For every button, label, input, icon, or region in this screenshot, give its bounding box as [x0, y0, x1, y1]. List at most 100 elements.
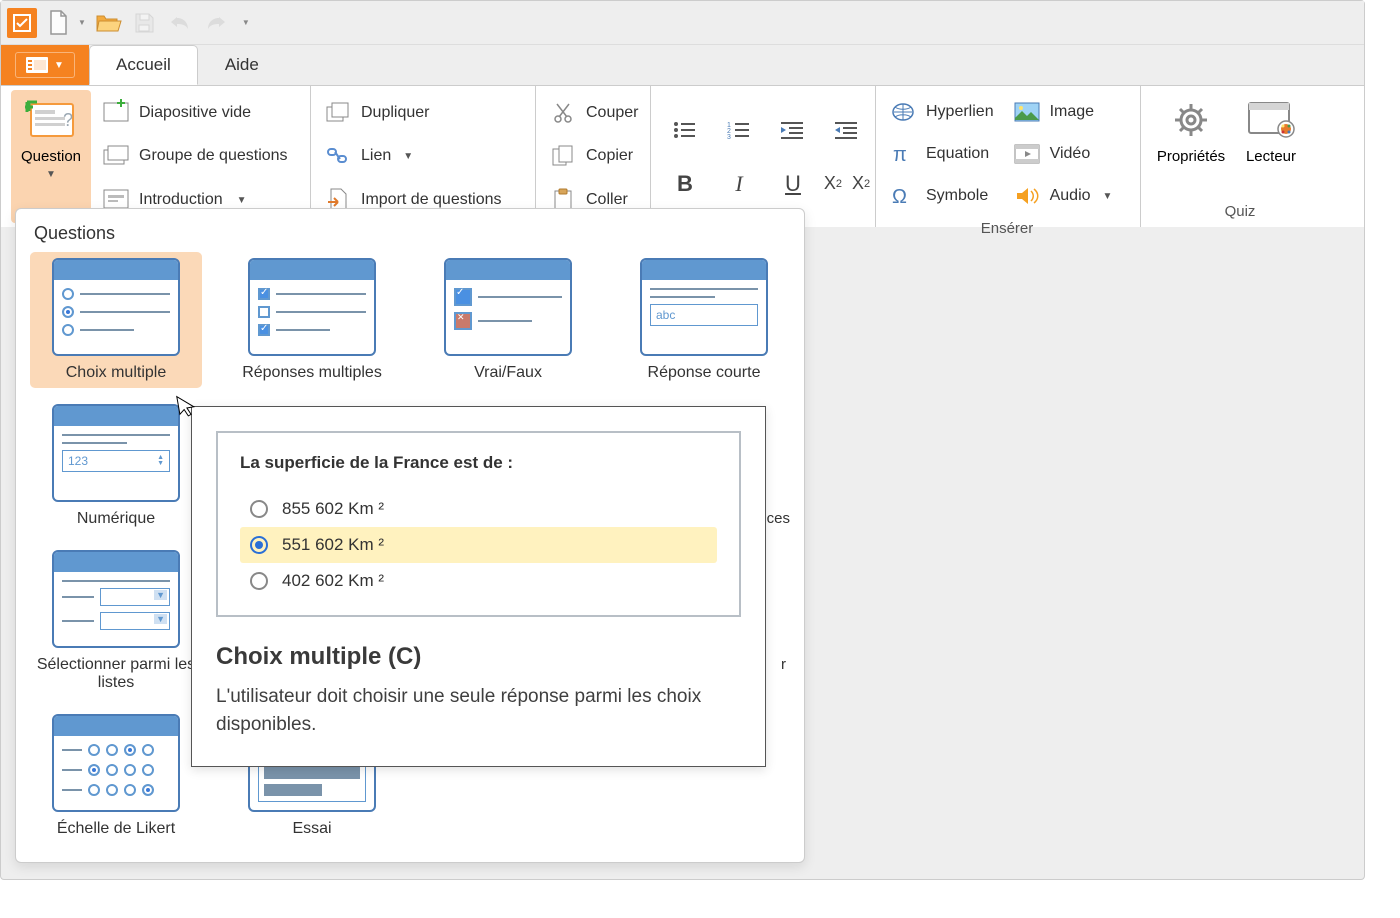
gear-icon [1168, 98, 1214, 142]
qtype-label: Échelle de Likert [57, 820, 175, 838]
hyperlink-button[interactable]: Hyperlien [886, 92, 998, 132]
italic-button[interactable]: I [721, 166, 757, 202]
image-button[interactable]: Image [1010, 92, 1117, 132]
new-document-icon [48, 10, 70, 36]
link-label: Lien [361, 147, 391, 165]
group-quiz: Propriétés Lecteur Quiz [1141, 86, 1341, 227]
pi-icon: π [891, 143, 915, 165]
questions-panel-title: Questions [34, 223, 790, 244]
undo-button[interactable] [166, 9, 194, 37]
chevron-down-icon: ▼ [237, 195, 247, 206]
numbering-button[interactable]: 123 [721, 112, 757, 148]
tab-accueil[interactable]: Accueil [89, 45, 198, 85]
symbol-button[interactable]: Ω Symbole [886, 176, 998, 216]
audio-button[interactable]: Audio ▼ [1010, 176, 1117, 216]
qtype-label: Essai [292, 820, 331, 838]
redo-button[interactable] [202, 9, 230, 37]
player-button[interactable]: Lecteur [1231, 90, 1311, 201]
equation-button[interactable]: π Equation [886, 134, 998, 174]
group-clipboard: Couper Copier Coller [536, 86, 651, 227]
properties-button[interactable]: Propriétés [1151, 90, 1231, 201]
new-doc-caret[interactable]: ▼ [78, 18, 86, 27]
qtype-likert[interactable]: Échelle de Likert [30, 708, 202, 844]
question-group-label: Groupe de questions [139, 147, 288, 165]
question-label: Question [21, 148, 81, 165]
qat-customize-caret[interactable]: ▼ [242, 18, 250, 27]
qtype-selectionner-listes[interactable]: Sélectionner parmi les listes [30, 544, 202, 698]
link-icon [326, 146, 350, 166]
audio-label: Audio [1050, 187, 1091, 205]
app-logo [7, 8, 37, 38]
qtype-label: Réponses multiples [242, 364, 382, 382]
question-type-tooltip: La superficie de la France est de : 855 … [191, 406, 766, 767]
link-button[interactable]: Lien ▼ [321, 136, 506, 176]
svg-text:Ω: Ω [892, 186, 907, 208]
qtype-label: ces [767, 510, 790, 527]
preview-question-text: La superficie de la France est de : [240, 453, 717, 473]
group-insert: Hyperlien π Equation Ω Symbole Image [876, 86, 1141, 227]
new-doc-button[interactable] [45, 9, 73, 37]
copy-button[interactable]: Copier [546, 136, 642, 176]
quick-access-toolbar: ▼ ▼ [1, 1, 1364, 45]
cut-label: Couper [586, 104, 638, 122]
qtype-choix-multiple[interactable]: Choix multiple [30, 252, 202, 388]
svg-text:3: 3 [727, 134, 731, 141]
svg-text:π: π [893, 144, 907, 166]
video-icon [1014, 144, 1040, 164]
copy-label: Copier [586, 147, 633, 165]
empty-slide-button[interactable]: Diapositive vide [99, 93, 292, 133]
subscript-button[interactable]: X2 [824, 166, 842, 202]
equation-label: Equation [926, 145, 989, 163]
qtype-label: Choix multiple [66, 364, 166, 382]
preview-option-3: 402 602 Km ² [240, 563, 717, 599]
undo-icon [168, 13, 192, 33]
qtype-reponse-courte[interactable]: abc Réponse courte [618, 252, 790, 388]
qtype-label: r [781, 656, 786, 673]
svg-text:?: ? [63, 110, 73, 130]
symbol-label: Symbole [926, 187, 988, 205]
save-button[interactable] [130, 9, 158, 37]
outdent-button[interactable] [775, 112, 811, 148]
player-label: Lecteur [1246, 148, 1296, 165]
question-button[interactable]: ? Question ▼ [11, 90, 91, 223]
qtype-vrai-faux[interactable]: Vrai/Faux [422, 252, 594, 388]
qtype-label: Réponse courte [648, 364, 761, 382]
preview-option-2: 551 602 Km ² [240, 527, 717, 563]
qtype-label: Numérique [77, 510, 155, 528]
ribbon-tabs: ▼ Accueil Aide [1, 45, 1364, 85]
qtype-label: Sélectionner parmi les listes [36, 656, 196, 692]
cut-button[interactable]: Couper [546, 93, 642, 133]
video-label: Vidéo [1050, 145, 1091, 163]
group-icon [103, 145, 129, 167]
superscript-button[interactable]: X2 [852, 166, 870, 202]
question-slide-icon: ? [25, 100, 77, 140]
chevron-down-icon: ▼ [54, 60, 64, 71]
duplicate-label: Dupliquer [361, 104, 429, 122]
hyperlink-icon [891, 102, 915, 122]
player-icon [1246, 99, 1296, 141]
underline-button[interactable]: U [775, 166, 811, 202]
scissors-icon [553, 102, 573, 124]
qtype-numerique[interactable]: 123▲▼ Numérique [30, 398, 202, 534]
group-formatting: 123 B I U X2 X2 [651, 86, 876, 227]
outdent-icon [781, 120, 805, 140]
folder-open-icon [95, 12, 121, 34]
numbering-icon: 123 [727, 120, 751, 140]
bullets-icon [673, 120, 697, 140]
duplicate-button[interactable]: Dupliquer [321, 93, 506, 133]
bold-button[interactable]: B [667, 166, 703, 202]
indent-button[interactable] [829, 112, 865, 148]
video-button[interactable]: Vidéo [1010, 134, 1117, 174]
paste-label: Coller [586, 191, 628, 209]
qtype-reponses-multiples[interactable]: Réponses multiples [226, 252, 398, 388]
group-duplicate: Dupliquer Lien ▼ Import de questions [311, 86, 536, 227]
question-group-button[interactable]: Groupe de questions [99, 136, 292, 176]
bullets-button[interactable] [667, 112, 703, 148]
checkbox-logo-icon [13, 14, 31, 32]
slide-icon [103, 102, 129, 124]
empty-slide-label: Diapositive vide [139, 104, 251, 122]
app-window: ▼ ▼ ▼ Accueil Aide [0, 0, 1365, 880]
tab-aide[interactable]: Aide [198, 45, 286, 85]
view-mode-button[interactable]: ▼ [1, 45, 89, 85]
open-button[interactable] [94, 9, 122, 37]
